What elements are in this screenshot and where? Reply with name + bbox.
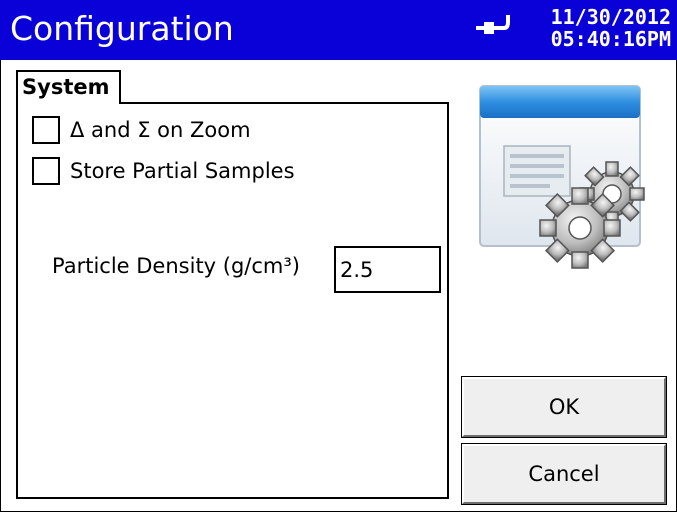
date-text: 11/30/2012 (550, 5, 671, 29)
configuration-gears-icon (470, 78, 650, 278)
tab-system-label: System (22, 75, 110, 99)
particle-density-label: Particle Density (g/cm³) (52, 254, 300, 278)
window-title: Configuration (10, 9, 234, 48)
power-plug-icon (474, 12, 514, 44)
delta-sigma-zoom-option[interactable]: Δ and Σ on Zoom (32, 114, 251, 146)
store-partial-samples-label: Store Partial Samples (70, 159, 295, 183)
particle-density-input[interactable]: 2.5 (334, 246, 441, 293)
ok-button[interactable]: OK (461, 376, 667, 438)
time-text: 05:40:16PM (550, 27, 671, 51)
title-bar: Configuration 11/30/2012 05:40:16PM (0, 0, 677, 60)
delta-sigma-zoom-checkbox[interactable] (32, 116, 60, 144)
store-partial-samples-checkbox[interactable] (32, 157, 60, 185)
clock: 11/30/2012 05:40:16PM (551, 6, 671, 50)
cancel-button[interactable]: Cancel (461, 443, 667, 505)
store-partial-samples-option[interactable]: Store Partial Samples (32, 155, 295, 187)
tab-system[interactable]: System (16, 70, 121, 104)
tab-connector (18, 100, 118, 104)
delta-sigma-zoom-label: Δ and Σ on Zoom (70, 118, 251, 142)
